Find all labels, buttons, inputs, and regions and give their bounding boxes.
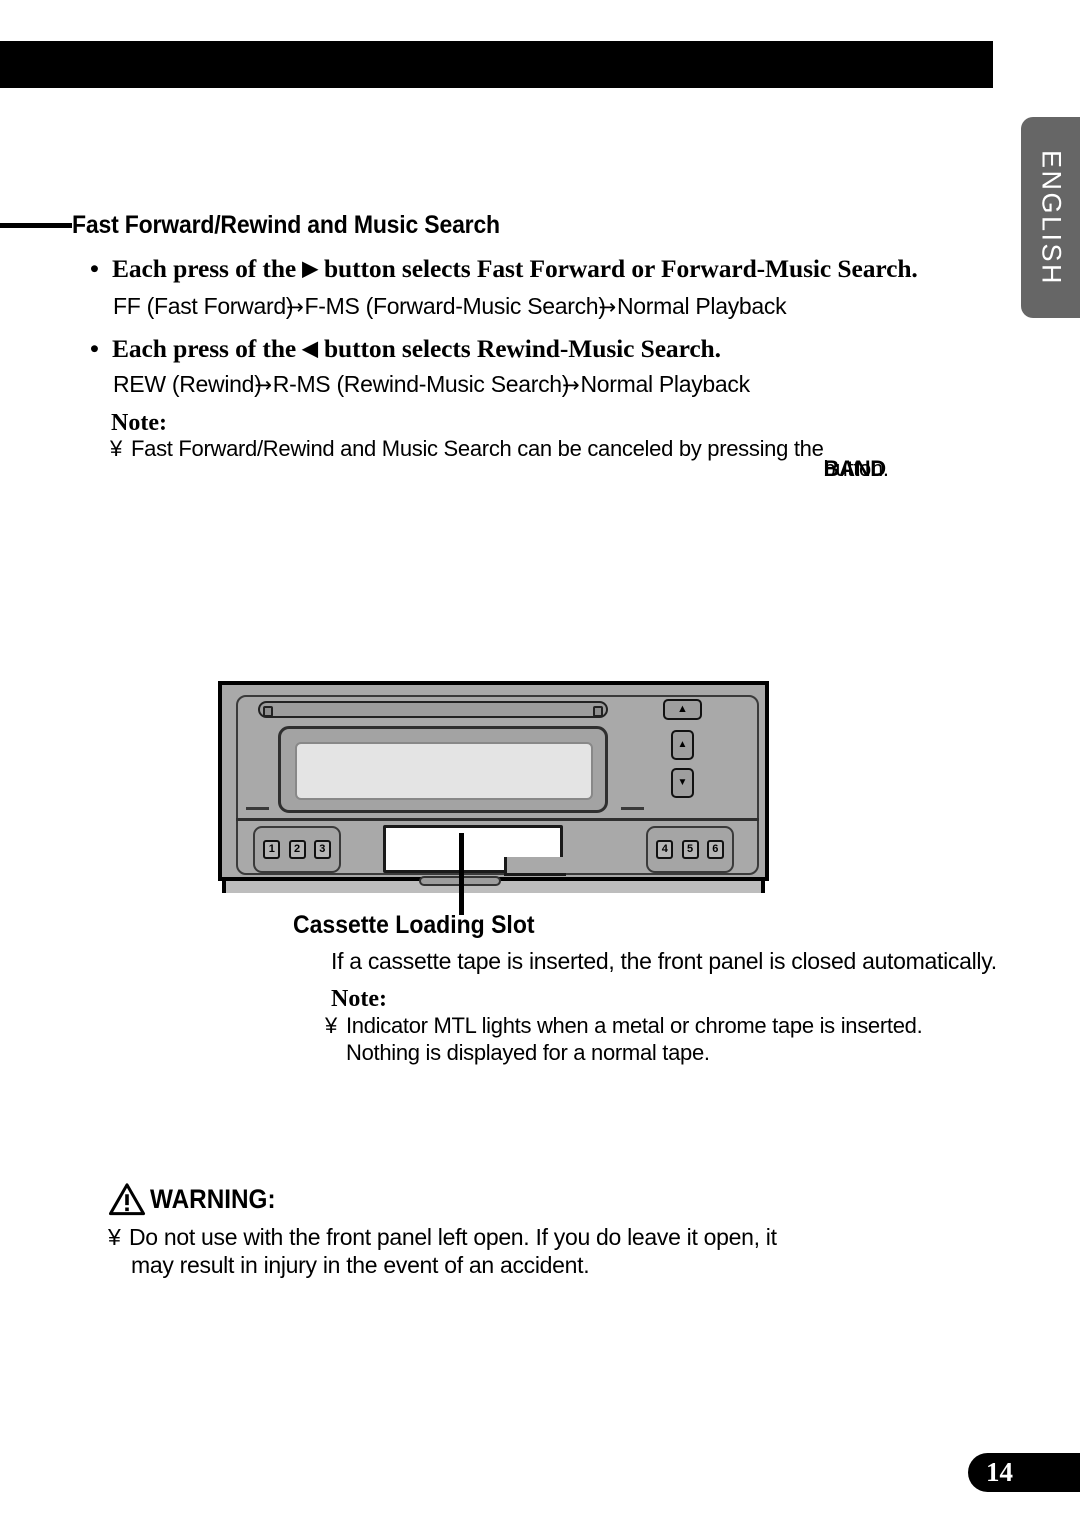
bullet-suffix-text: button selects Fast Forward or Forward-M… bbox=[323, 254, 918, 283]
warning-heading: WARNING: bbox=[108, 1182, 289, 1216]
note-button-label: button. bbox=[823, 456, 889, 481]
flow-arrow-1: → bbox=[254, 373, 272, 397]
note-label-two: Note: bbox=[331, 986, 387, 1012]
page-number-bar: 14 bbox=[968, 1453, 1080, 1492]
front-panel-grip-bar bbox=[258, 701, 608, 718]
chevron-up-icon: ▲ bbox=[677, 739, 688, 750]
cassette-slot-caption: Cassette Loading Slot bbox=[293, 911, 535, 939]
display-housing bbox=[278, 726, 608, 813]
preset-button-5[interactable]: 5 bbox=[681, 840, 699, 859]
cassette-note-text-1: Indicator MTL lights when a metal or chr… bbox=[346, 1013, 923, 1038]
preset-group-right: 4 5 6 bbox=[646, 826, 734, 873]
preset-button-3[interactable]: 3 bbox=[313, 840, 331, 859]
bullet-prefix-text: Each press of the bbox=[112, 254, 297, 283]
flow-step-2: F-MS (Forward-Music Search) bbox=[304, 293, 606, 319]
warning-text-1: Do not use with the front panel left ope… bbox=[129, 1224, 777, 1250]
lcd-display bbox=[295, 742, 593, 800]
callout-leader-line bbox=[459, 833, 464, 915]
preset-button-1[interactable]: 1 bbox=[263, 840, 281, 859]
note-bullet-marker: ¥ bbox=[325, 1013, 337, 1038]
warning-line-2: may result in injury in the event of an … bbox=[131, 1252, 590, 1278]
flow-arrow-2: → bbox=[562, 373, 580, 397]
note-text-main: Fast Forward/Rewind and Music Search can… bbox=[131, 436, 824, 461]
flow-step-1: REW (Rewind) bbox=[113, 371, 262, 397]
preset-button-6[interactable]: 6 bbox=[706, 840, 724, 859]
bullet-marker: • bbox=[90, 334, 99, 363]
section-heading-label: Fast Forward/Rewind and Music Search bbox=[72, 210, 500, 239]
car-stereo-illustration: ▲ ▲ ▼ 1 2 3 4 5 6 bbox=[218, 681, 769, 893]
flow-step-1: FF (Fast Forward) bbox=[113, 293, 294, 319]
bullet-marker: • bbox=[90, 254, 99, 283]
cassette-note-line-1: ¥ Indicator MTL lights when a metal or ch… bbox=[325, 1013, 923, 1039]
heading-rule bbox=[0, 222, 72, 228]
flow-step-3: Normal Playback bbox=[616, 293, 787, 319]
panel-tick-right bbox=[621, 807, 644, 810]
warning-bullet-marker: ¥ bbox=[108, 1224, 121, 1250]
flow-step-2: R-MS (Rewind-Music Search) bbox=[272, 371, 570, 397]
bullet-prefix-text: Each press of the bbox=[112, 334, 297, 363]
chevron-down-icon: ▼ bbox=[677, 777, 688, 788]
page-number-label: 14 bbox=[986, 1457, 1013, 1487]
play-rewind-icon: ◀ bbox=[302, 338, 318, 360]
chassis-outer: ▲ ▲ ▼ 1 2 3 4 5 6 bbox=[218, 681, 769, 886]
note-bullet-marker: ¥ bbox=[110, 436, 122, 461]
warning-title: WARNING: bbox=[150, 1183, 276, 1214]
language-tab-label: ENGLISH bbox=[1036, 149, 1066, 286]
flow-arrow-2: → bbox=[598, 295, 617, 319]
note-label-one: Note: bbox=[111, 410, 167, 436]
preset-group-left: 1 2 3 bbox=[253, 826, 341, 873]
preset-button-4[interactable]: 4 bbox=[656, 840, 674, 859]
cassette-body-text: If a cassette tape is inserted, the fron… bbox=[331, 948, 997, 974]
flow-arrow-1: → bbox=[286, 295, 304, 319]
cassette-slot-notch bbox=[504, 857, 566, 876]
flow-step-3: Normal Playback bbox=[580, 371, 750, 397]
bullet-item-rewind: • Each press of the ◀ button selects Rewi… bbox=[90, 334, 721, 364]
down-button[interactable]: ▼ bbox=[671, 768, 694, 798]
warning-triangle-icon bbox=[108, 1183, 146, 1216]
bullet-item-forward: • Each press of the ▶ button selects Fast… bbox=[90, 254, 918, 284]
flow-sequence-rewind: REW (Rewind)→R-MS (Rewind-Music Search)→… bbox=[113, 371, 750, 398]
preset-button-2[interactable]: 2 bbox=[288, 840, 306, 859]
flow-sequence-forward: FF (Fast Forward)→F-MS (Forward-Music Se… bbox=[113, 293, 787, 320]
play-forward-icon: ▶ bbox=[302, 258, 318, 280]
section-heading: Fast Forward/Rewind and Music Search bbox=[0, 208, 1000, 242]
eject-button[interactable]: ▲ bbox=[663, 699, 702, 720]
up-button[interactable]: ▲ bbox=[671, 730, 694, 760]
warning-line-1: ¥ Do not use with the front panel left op… bbox=[108, 1224, 777, 1251]
page-header-bar bbox=[0, 41, 993, 88]
bullet-suffix-text: button selects Rewind-Music Search. bbox=[323, 334, 721, 363]
eject-icon: ▲ bbox=[677, 703, 688, 715]
cassette-note-line-2: Nothing is displayed for a normal tape. bbox=[346, 1040, 710, 1065]
panel-tick-left bbox=[246, 807, 269, 810]
note-text-one: ¥ Fast Forward/Rewind and Music Search ca… bbox=[110, 436, 889, 481]
language-tab-english: ENGLISH bbox=[1021, 117, 1080, 318]
